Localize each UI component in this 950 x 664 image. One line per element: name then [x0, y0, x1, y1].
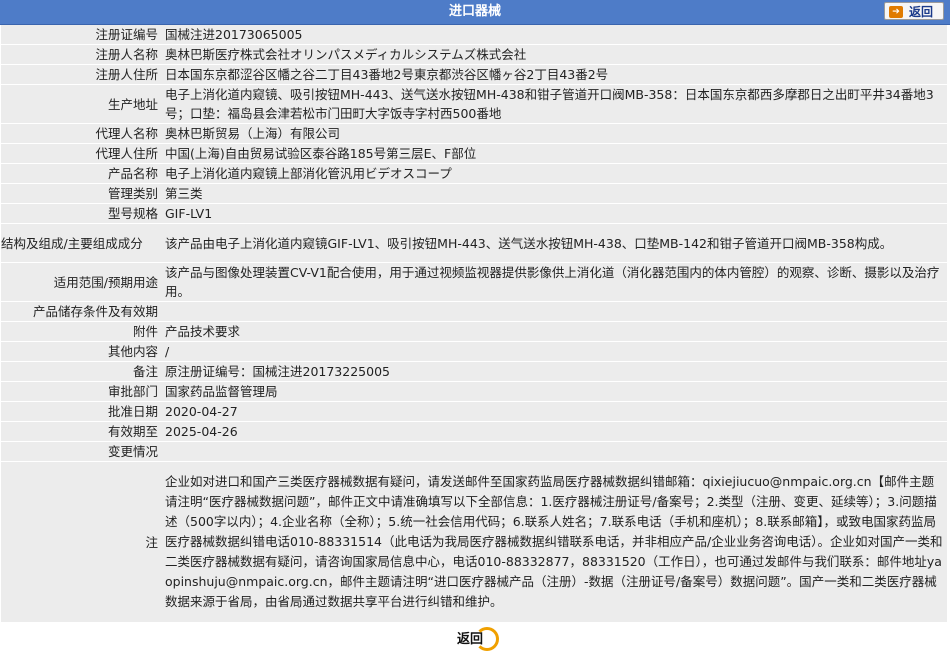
row-value: 第三类 — [161, 183, 947, 204]
row-value: 奥林巴斯医疗株式会社オリンパスメディカルシステムズ株式会社 — [161, 44, 947, 65]
row-label: 管理类别 — [1, 183, 161, 204]
back-button-top[interactable]: ➔ 返回 — [884, 2, 944, 20]
row-label: 生产地址 — [1, 84, 161, 124]
table-row: 管理类别 第三类 — [1, 183, 947, 204]
row-label: 其他内容 — [1, 341, 161, 362]
table-row: 其他内容 / — [1, 341, 947, 362]
table-row: 变更情况 — [1, 441, 947, 462]
footer: 返回 — [0, 623, 950, 651]
table-row: 适用范围/预期用途 该产品与图像处理装置CV-V1配合使用，用于通过视频监视器提供… — [1, 262, 947, 302]
note-row: 注企业如对进口和国产三类医疗器械数据有疑问，请发送邮件至国家药监局医疗器械数据纠… — [1, 461, 947, 623]
row-value: 奥林巴斯贸易（上海）有限公司 — [161, 123, 947, 144]
table-row: 注册证编号 国械注进20173065005 — [1, 25, 947, 45]
table-row: 生产地址 电子上消化道内窥镜、吸引按钮MH-443、送气送水按钮MH-438和钳子… — [1, 84, 947, 124]
row-value: 产品技术要求 — [161, 321, 947, 342]
row-label: 产品储存条件及有效期 — [1, 301, 161, 322]
table-row: 结构及组成/主要组成成分 该产品由电子上消化道内窥镜GIF-LV1、吸引按钮MH-… — [1, 223, 947, 263]
table-row: 审批部门 国家药品监督管理局 — [1, 381, 947, 402]
arrow-right-icon: ➔ — [889, 5, 903, 18]
row-value: / — [161, 341, 947, 362]
row-label: 变更情况 — [1, 441, 161, 462]
table-row: 代理人住所 中国(上海)自由贸易试验区泰谷路185号第三层E、F部位 — [1, 143, 947, 164]
row-label: 代理人住所 — [1, 143, 161, 164]
row-label: 审批部门 — [1, 381, 161, 402]
row-label: 批准日期 — [1, 401, 161, 422]
page-title: 进口器械 — [448, 4, 501, 19]
row-label: 注册证编号 — [1, 25, 161, 45]
row-value: 该产品与图像处理装置CV-V1配合使用，用于通过视频监视器提供影像供上消化道（消… — [161, 262, 947, 302]
row-label: 代理人名称 — [1, 123, 161, 144]
table-row: 注册人住所 日本国东京都涩谷区幡之谷二丁目43番地2号東京都渋谷区幡ヶ谷2丁目43… — [1, 64, 947, 85]
row-label: 注册人名称 — [1, 44, 161, 65]
row-value: 原注册证编号：国械注进20173225005 — [161, 361, 947, 382]
row-value: 电子上消化道内窥镜、吸引按钮MH-443、送气送水按钮MH-438和钳子管道开口… — [161, 84, 947, 124]
row-label: 注册人住所 — [1, 64, 161, 85]
table-row: 注册人名称 奥林巴斯医疗株式会社オリンパスメディカルシステムズ株式会社 — [1, 44, 947, 65]
row-value: 该产品由电子上消化道内窥镜GIF-LV1、吸引按钮MH-443、送气送水按钮MH… — [161, 223, 947, 263]
row-label: 附件 — [1, 321, 161, 342]
row-label: 适用范围/预期用途 — [1, 262, 161, 302]
row-value — [161, 441, 947, 462]
row-label: 有效期至 — [1, 421, 161, 442]
row-label: 产品名称 — [1, 163, 161, 184]
table-row: 代理人名称 奥林巴斯贸易（上海）有限公司 — [1, 123, 947, 144]
row-label: 型号规格 — [1, 203, 161, 224]
row-value: 日本国东京都涩谷区幡之谷二丁目43番地2号東京都渋谷区幡ヶ谷2丁目43番2号 — [161, 64, 947, 85]
note-text: 企业如对进口和国产三类医疗器械数据有疑问，请发送邮件至国家药监局医疗器械数据纠错… — [161, 461, 947, 623]
row-value: 国家药品监督管理局 — [161, 381, 947, 402]
return-ring-icon — [475, 627, 499, 651]
note-label: 注 — [1, 461, 161, 623]
back-button-top-label: 返回 — [909, 5, 934, 19]
detail-table: 注册证编号 国械注进20173065005 注册人名称 奥林巴斯医疗株式会社オリンパ… — [1, 25, 947, 623]
table-row: 型号规格 GIF-LV1 — [1, 203, 947, 224]
table-row: 批准日期 2020-04-27 — [1, 401, 947, 422]
row-value: 国械注进20173065005 — [161, 25, 947, 45]
row-value: 2020-04-27 — [161, 401, 947, 422]
row-value — [161, 301, 947, 322]
row-label: 结构及组成/主要组成成分 — [1, 223, 161, 263]
table-row: 备注 原注册证编号：国械注进20173225005 — [1, 361, 947, 382]
table-row: 产品名称 电子上消化道内窥镜上部消化管汎用ビデオスコープ — [1, 163, 947, 184]
table-row: 产品储存条件及有效期 — [1, 301, 947, 322]
row-value: 中国(上海)自由贸易试验区泰谷路185号第三层E、F部位 — [161, 143, 947, 164]
table-row: 有效期至 2025-04-26 — [1, 421, 947, 442]
back-button-bottom[interactable]: 返回 — [453, 627, 499, 651]
row-value: GIF-LV1 — [161, 203, 947, 224]
page-header: 进口器械 ➔ 返回 — [0, 0, 950, 25]
row-label: 备注 — [1, 361, 161, 382]
row-value: 电子上消化道内窥镜上部消化管汎用ビデオスコープ — [161, 163, 947, 184]
row-value: 2025-04-26 — [161, 421, 947, 442]
table-row: 附件 产品技术要求 — [1, 321, 947, 342]
